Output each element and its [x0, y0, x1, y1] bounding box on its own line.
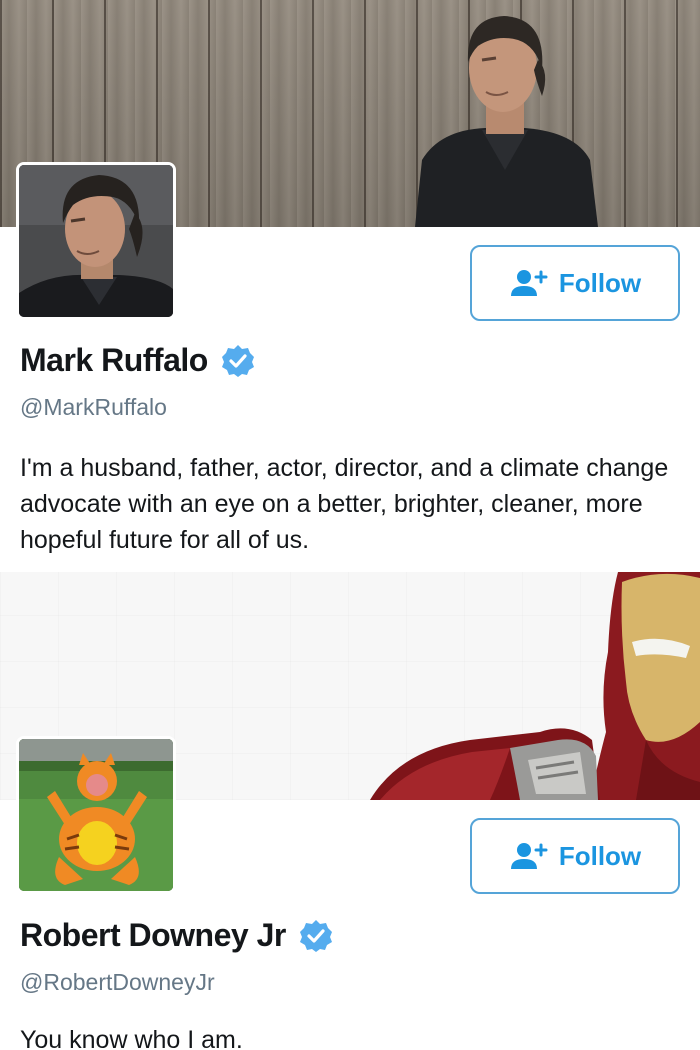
banner-photo	[370, 572, 700, 800]
add-user-icon	[510, 843, 548, 869]
avatar[interactable]	[16, 162, 176, 320]
handle: @RobertDowneyJr	[20, 969, 215, 995]
add-user-icon	[510, 270, 548, 296]
bio: I'm a husband, father, actor, director, …	[20, 454, 669, 554]
verified-badge-icon	[221, 344, 254, 377]
avatar-photo	[19, 165, 173, 317]
follow-button-label: Follow	[558, 840, 642, 871]
display-name: Mark Ruffalo	[20, 342, 208, 378]
verified-badge-icon	[299, 919, 332, 952]
avatar[interactable]	[16, 736, 176, 894]
banner-photo	[415, 16, 598, 227]
profile-card-mark-ruffalo: Follow Mark Ruffalo @MarkRuffalo I'm a h…	[0, 0, 700, 572]
follow-button-label: Follow	[558, 267, 642, 298]
display-name: Robert Downey Jr	[20, 917, 286, 953]
avatar-photo	[19, 739, 173, 891]
bio: You know who I am.	[20, 1026, 243, 1050]
handle: @MarkRuffalo	[20, 394, 167, 420]
profile-card-robert-downey-jr: Follow Robert Downey Jr @RobertDowneyJr …	[0, 572, 700, 1050]
name-row: Mark Ruffalo	[20, 342, 256, 379]
follow-button[interactable]: Follow	[470, 245, 680, 321]
follow-button[interactable]: Follow	[470, 818, 680, 894]
name-row: Robert Downey Jr	[20, 917, 334, 954]
